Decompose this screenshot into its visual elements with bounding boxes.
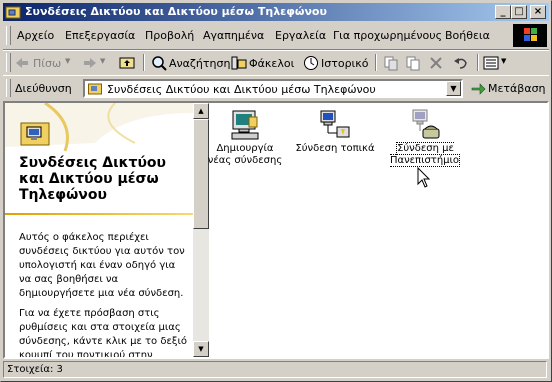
search-label: Αναζήτηση — [169, 57, 231, 70]
folder-up-icon — [119, 57, 135, 69]
undo-button[interactable] — [453, 54, 471, 72]
search-button[interactable]: Αναζήτηση — [151, 54, 230, 72]
item-label-text: Σύνδεση με Πανεπιστήμιο — [389, 142, 461, 167]
address-bar: Διεύθυνση Συνδέσεις Δικτύου και Δικτύου … — [3, 75, 549, 102]
menu-help[interactable]: Βοήθεια — [445, 29, 490, 42]
go-arrow-icon — [471, 83, 486, 95]
help-text: Για να έχετε πρόσβαση στις ρυθμίσεις και… — [19, 308, 187, 357]
menu-edit[interactable]: Επεξεργασία — [65, 29, 135, 42]
minimize-button[interactable]: _ — [495, 5, 511, 19]
history-icon — [304, 56, 318, 70]
description-text: Αυτός ο φάκελος περιέχει συνδέσεις δικτύ… — [19, 232, 185, 299]
explorer-window: Συνδέσεις Δικτύου και Δικτύου μέσω Τηλεφ… — [0, 0, 552, 382]
maximize-button[interactable]: □ — [511, 5, 527, 19]
lan-connection-icon — [320, 110, 350, 138]
toolbar-grip — [6, 53, 11, 72]
folders-label: Φάκελοι — [249, 57, 295, 70]
folders-button[interactable]: Φάκελοι — [231, 54, 295, 72]
forward-dropdown-icon[interactable]: ▼ — [100, 57, 105, 65]
item-label: Δημιουργία νέας σύνδεσης — [207, 143, 283, 166]
back-button[interactable]: Πίσω ▼ — [15, 54, 77, 72]
scroll-up-button[interactable]: ▲ — [193, 103, 209, 119]
history-label: Ιστορικό — [321, 57, 369, 70]
mouse-cursor-icon — [417, 167, 431, 188]
toolbar-separator — [477, 54, 479, 71]
move-to-icon — [384, 56, 398, 71]
toolbar-separator — [143, 54, 145, 71]
views-button[interactable]: ▼ — [483, 54, 511, 72]
address-input[interactable]: Συνδέσεις Δικτύου και Δικτύου μέσω Τηλεφ… — [83, 79, 463, 98]
status-text: Στοιχεία: 3 — [7, 364, 63, 375]
menu-grip — [6, 26, 11, 45]
address-grip — [6, 79, 11, 97]
menu-advanced[interactable]: Για προχωρημένους — [333, 29, 442, 42]
title-bar[interactable]: Συνδέσεις Δικτύου και Δικτύου μέσω Τηλεφ… — [3, 3, 549, 21]
copy-to-icon — [406, 56, 420, 71]
menu-favorites[interactable]: Αγαπημένα — [203, 29, 264, 42]
back-label: Πίσω — [33, 57, 62, 70]
status-bar: Στοιχεία: 3 — [3, 360, 549, 379]
pane-scrollbar[interactable]: ▲ ▼ — [193, 103, 209, 357]
back-arrow-icon — [16, 58, 28, 68]
address-value: Συνδέσεις Δικτύου και Δικτύου μέσω Τηλεφ… — [107, 83, 376, 96]
move-to-button[interactable] — [383, 54, 401, 72]
new-connection-wizard-icon — [231, 110, 259, 140]
folders-icon — [231, 56, 247, 70]
title-underline — [5, 213, 193, 215]
views-icon — [483, 56, 499, 70]
undo-icon — [454, 58, 467, 69]
address-dropdown-button[interactable]: ▼ — [446, 81, 461, 96]
address-label: Διεύθυνση — [15, 82, 72, 95]
toolbar-separator — [375, 54, 377, 71]
web-view-pane: Συνδέσεις Δικτύου και Δικτύου μέσω Τηλεφ… — [5, 103, 193, 357]
dialup-connection-icon — [412, 109, 440, 139]
windows-logo-icon — [513, 24, 547, 47]
delete-x-icon — [430, 57, 442, 69]
copy-to-button[interactable] — [405, 54, 423, 72]
network-folder-icon — [5, 6, 21, 19]
network-folder-small-icon — [88, 83, 102, 95]
up-button[interactable] — [117, 54, 137, 72]
back-dropdown-icon[interactable]: ▼ — [65, 57, 70, 65]
forward-button[interactable]: ▼ — [83, 54, 113, 72]
status-cell: Στοιχεία: 3 — [3, 361, 547, 378]
views-dropdown-icon[interactable]: ▼ — [501, 57, 506, 65]
history-button[interactable]: Ιστορικό — [303, 54, 369, 72]
item-label: Σύνδεση τοπικά — [295, 143, 375, 154]
menu-view[interactable]: Προβολή — [145, 29, 194, 42]
go-label: Μετάβαση — [488, 82, 546, 95]
scroll-thumb[interactable] — [193, 119, 209, 229]
window-title: Συνδέσεις Δικτύου και Δικτύου μέσω Τηλεφ… — [25, 5, 327, 18]
close-button[interactable]: × — [530, 5, 546, 19]
menu-bar: Αρχείο Επεξεργασία Προβολή Αγαπημένα Εργ… — [3, 23, 549, 50]
menu-tools[interactable]: Εργαλεία — [275, 29, 326, 42]
standard-toolbar: Πίσω ▼ ▼ Αναζήτηση Φάκελοι Ιστορικό ▼ — [3, 50, 549, 76]
folder-view: Συνδέσεις Δικτύου και Δικτύου μέσω Τηλεφ… — [3, 101, 549, 359]
menu-file[interactable]: Αρχείο — [17, 29, 54, 42]
network-connections-icon — [20, 122, 50, 146]
delete-button[interactable] — [429, 54, 445, 72]
item-label: Σύνδεση με Πανεπιστήμιο — [385, 142, 465, 167]
pane-title: Συνδέσεις Δικτύου και Δικτύου μέσω Τηλεφ… — [19, 155, 166, 203]
forward-arrow-icon — [84, 58, 96, 68]
scroll-down-button[interactable]: ▼ — [193, 341, 209, 357]
search-icon — [152, 56, 167, 71]
